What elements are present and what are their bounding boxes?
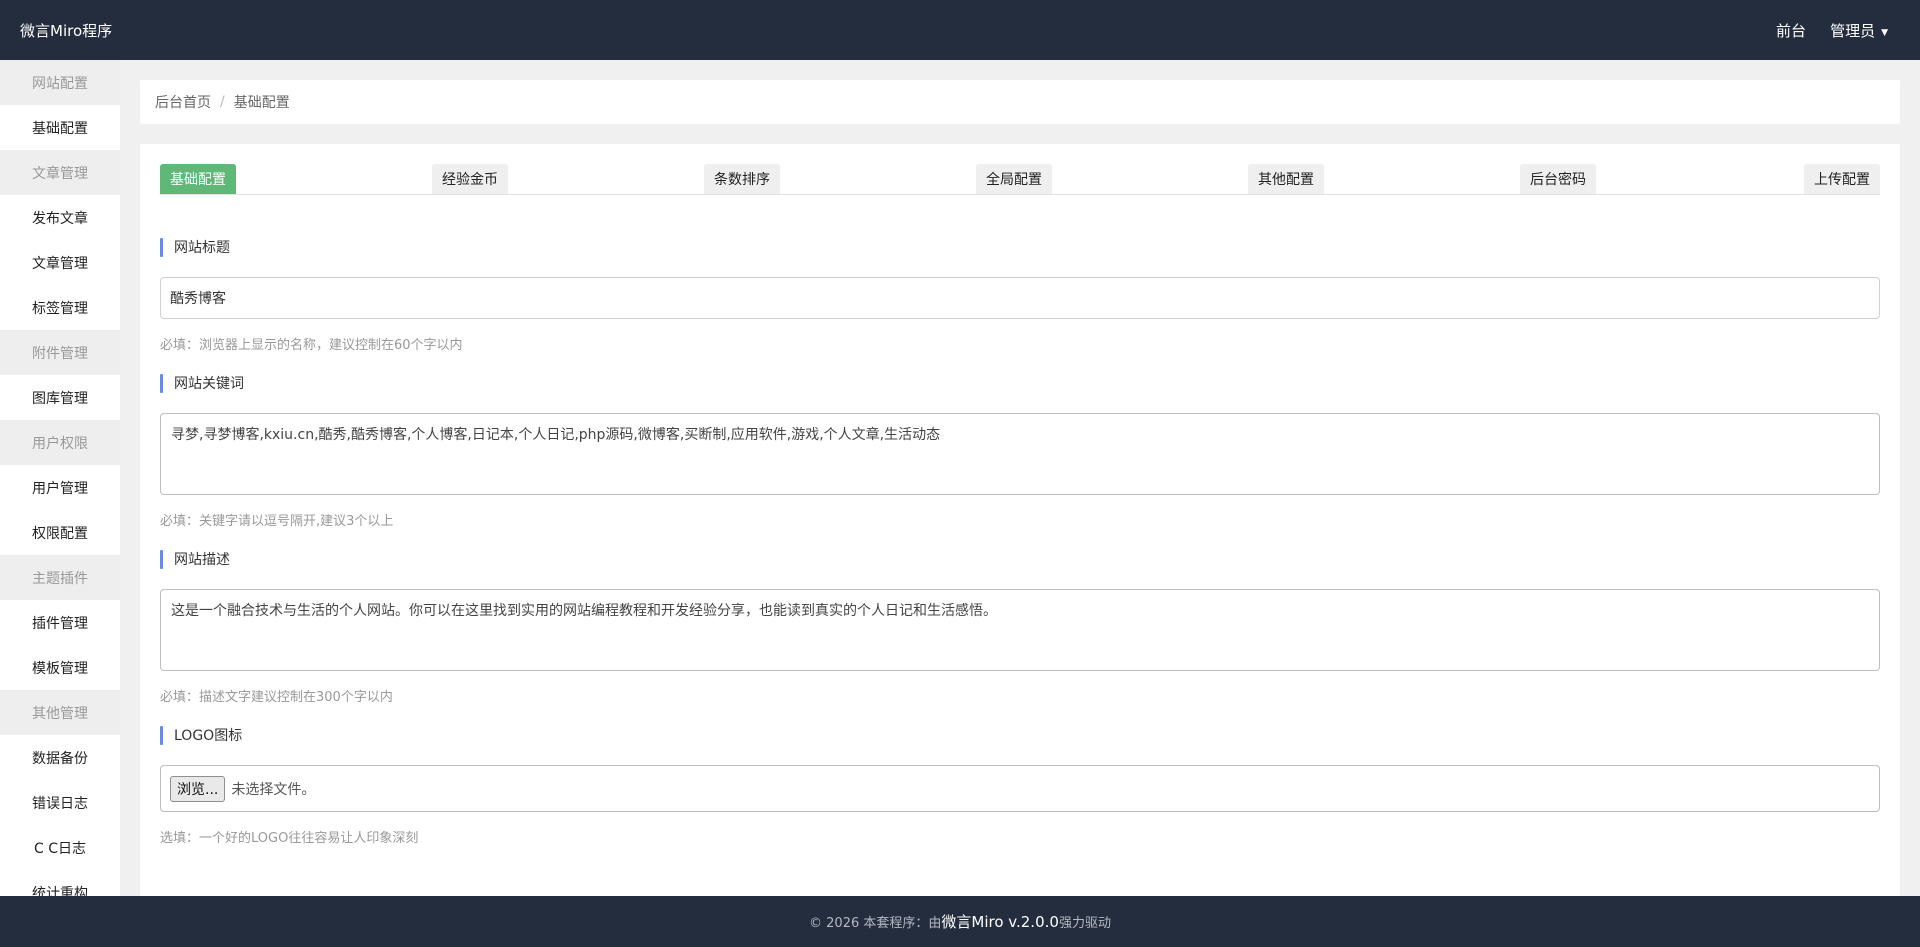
sidebar-group-header: 主题插件 xyxy=(0,555,120,600)
tab-item[interactable]: 全局配置 xyxy=(976,164,1052,194)
breadcrumb-separator: / xyxy=(220,94,225,110)
logo-file-input: 浏览... 未选择文件。 xyxy=(160,765,1880,812)
sidebar-item[interactable]: 基础配置 xyxy=(0,105,120,150)
breadcrumb-current: 基础配置 xyxy=(233,95,290,111)
sidebar-item[interactable]: 文章管理 xyxy=(0,240,120,285)
site-title-help: 必填：浏览器上显示的名称，建议控制在60个字以内 xyxy=(160,338,463,353)
config-card: 基础配置 经验金币 条数排序 全局配置 其他配置 后台密码 上传配置 网站标题 酷秀博客 必… xyxy=(140,144,1900,924)
footer: © 2026 本套程序：由 微言Miro v.2.0.0 强力驱动 xyxy=(0,896,1920,947)
sidebar-group-header: 文章管理 xyxy=(0,150,120,195)
sidebar-group-header: 用户权限 xyxy=(0,420,120,465)
description-label: 网站描述 xyxy=(160,549,1880,569)
tab-item[interactable]: 基础配置 xyxy=(160,164,236,194)
site-title-label-text: 网站标题 xyxy=(174,240,230,256)
site-title-value: 酷秀博客 xyxy=(170,291,226,307)
tab-item[interactable]: 后台密码 xyxy=(1520,164,1596,194)
tab-item[interactable]: 其他配置 xyxy=(1248,164,1324,194)
sidebar-group-header: 其他管理 xyxy=(0,690,120,735)
sidebar-item[interactable]: 发布文章 xyxy=(0,195,120,240)
brand-title[interactable]: 微言Miro程序 xyxy=(20,20,112,41)
front-link[interactable]: 前台 xyxy=(1776,20,1806,41)
top-navbar: 微言Miro程序 前台 管理员 ▼ xyxy=(0,0,1920,60)
file-status: 未选择文件。 xyxy=(231,781,316,798)
label-accent-bar xyxy=(160,373,163,393)
tab-bar: 基础配置 经验金币 条数排序 全局配置 其他配置 后台密码 上传配置 xyxy=(160,164,1880,195)
sidebar-group-header: 附件管理 xyxy=(0,330,120,375)
sidebar-group-header: 网站配置 xyxy=(0,60,120,105)
sidebar-item[interactable]: 权限配置 xyxy=(0,510,120,555)
label-accent-bar xyxy=(160,237,163,257)
tab-item[interactable]: 上传配置 xyxy=(1804,164,1880,194)
caret-down-icon: ▼ xyxy=(1881,27,1888,38)
user-menu[interactable]: 管理员 ▼ xyxy=(1830,20,1888,41)
sidebar-item[interactable]: 错误日志 xyxy=(0,780,120,825)
breadcrumb-home[interactable]: 后台首页 xyxy=(155,92,211,112)
label-accent-bar xyxy=(160,725,163,745)
browse-button[interactable]: 浏览... xyxy=(170,775,226,802)
sidebar-item[interactable]: 图库管理 xyxy=(0,375,120,420)
logo-help: 选填：一个好的LOGO往往容易让人印象深刻 xyxy=(160,831,419,846)
keywords-textarea[interactable]: 寻梦,寻梦博客,kxiu.cn,酷秀,酷秀博客,个人博客,日记本,个人日记,ph… xyxy=(160,413,1880,495)
sidebar-item[interactable]: 用户管理 xyxy=(0,465,120,510)
site-title-label: 网站标题 xyxy=(160,237,1880,257)
tab-item[interactable]: 经验金币 xyxy=(432,164,508,194)
footer-product[interactable]: 微言Miro v.2.0.0 xyxy=(941,911,1059,932)
sidebar-item[interactable]: 数据备份 xyxy=(0,735,120,780)
top-right-menu: 前台 管理员 ▼ xyxy=(1776,20,1888,41)
logo-label-text: LOGO图标 xyxy=(174,728,243,744)
sidebar-item[interactable]: 插件管理 xyxy=(0,600,120,645)
sidebar: 网站配置 基础配置 文章管理 发布文章 文章管理 标签管理 附件管理 图库管理 用户权限 用户管理… xyxy=(0,60,120,896)
logo-label: LOGO图标 xyxy=(160,725,1880,745)
label-accent-bar xyxy=(160,549,163,569)
breadcrumb: 后台首页 / 基础配置 xyxy=(140,80,1900,124)
description-textarea[interactable]: 这是一个融合技术与生活的个人网站。你可以在这里找到实用的网站编程教程和开发经验分… xyxy=(160,589,1880,671)
keywords-help: 必填：关键字请以逗号隔开,建议3个以上 xyxy=(160,514,394,529)
main-content: 后台首页 / 基础配置 基础配置 经验金币 条数排序 全局配置 其他配置 后台密码 上传配置… xyxy=(140,80,1900,924)
sidebar-item[interactable]: 模板管理 xyxy=(0,645,120,690)
user-menu-label: 管理员 xyxy=(1830,21,1876,40)
sidebar-item[interactable]: 标签管理 xyxy=(0,285,120,330)
description-help: 必填：描述文字建议控制在300个字以内 xyxy=(160,690,393,705)
description-label-text: 网站描述 xyxy=(174,552,230,568)
sidebar-item[interactable]: 统计重构 xyxy=(0,870,120,897)
site-title-input[interactable]: 酷秀博客 xyxy=(160,277,1880,319)
sidebar-item[interactable]: C C日志 xyxy=(0,825,120,870)
tab-item[interactable]: 条数排序 xyxy=(704,164,780,194)
keywords-label-text: 网站关键词 xyxy=(174,376,244,392)
footer-suffix: 强力驱动 xyxy=(1058,916,1111,931)
keywords-label: 网站关键词 xyxy=(160,373,1880,393)
footer-prefix: © 2026 本套程序：由 xyxy=(809,916,942,931)
